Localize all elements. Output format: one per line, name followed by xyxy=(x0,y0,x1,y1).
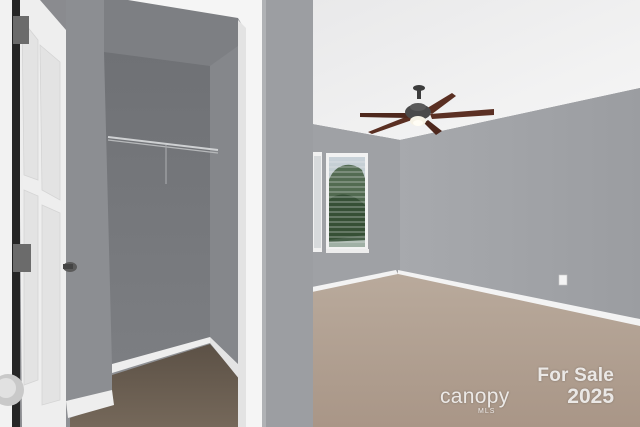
watermark-mls: MLS xyxy=(478,408,496,415)
partition-wall xyxy=(262,0,313,427)
window-main xyxy=(326,153,369,253)
watermark-for-sale: For Sale xyxy=(537,365,614,386)
room-photo: For Sale canopy MLS 2025 xyxy=(0,0,640,427)
watermark-brand: canopy xyxy=(440,385,510,408)
closet xyxy=(66,0,244,427)
listing-watermark: For Sale canopy MLS 2025 xyxy=(418,365,618,415)
room-scene xyxy=(0,0,640,427)
window-left xyxy=(312,152,322,252)
wall-outlet xyxy=(558,274,568,286)
watermark-year: 2025 xyxy=(567,385,614,408)
